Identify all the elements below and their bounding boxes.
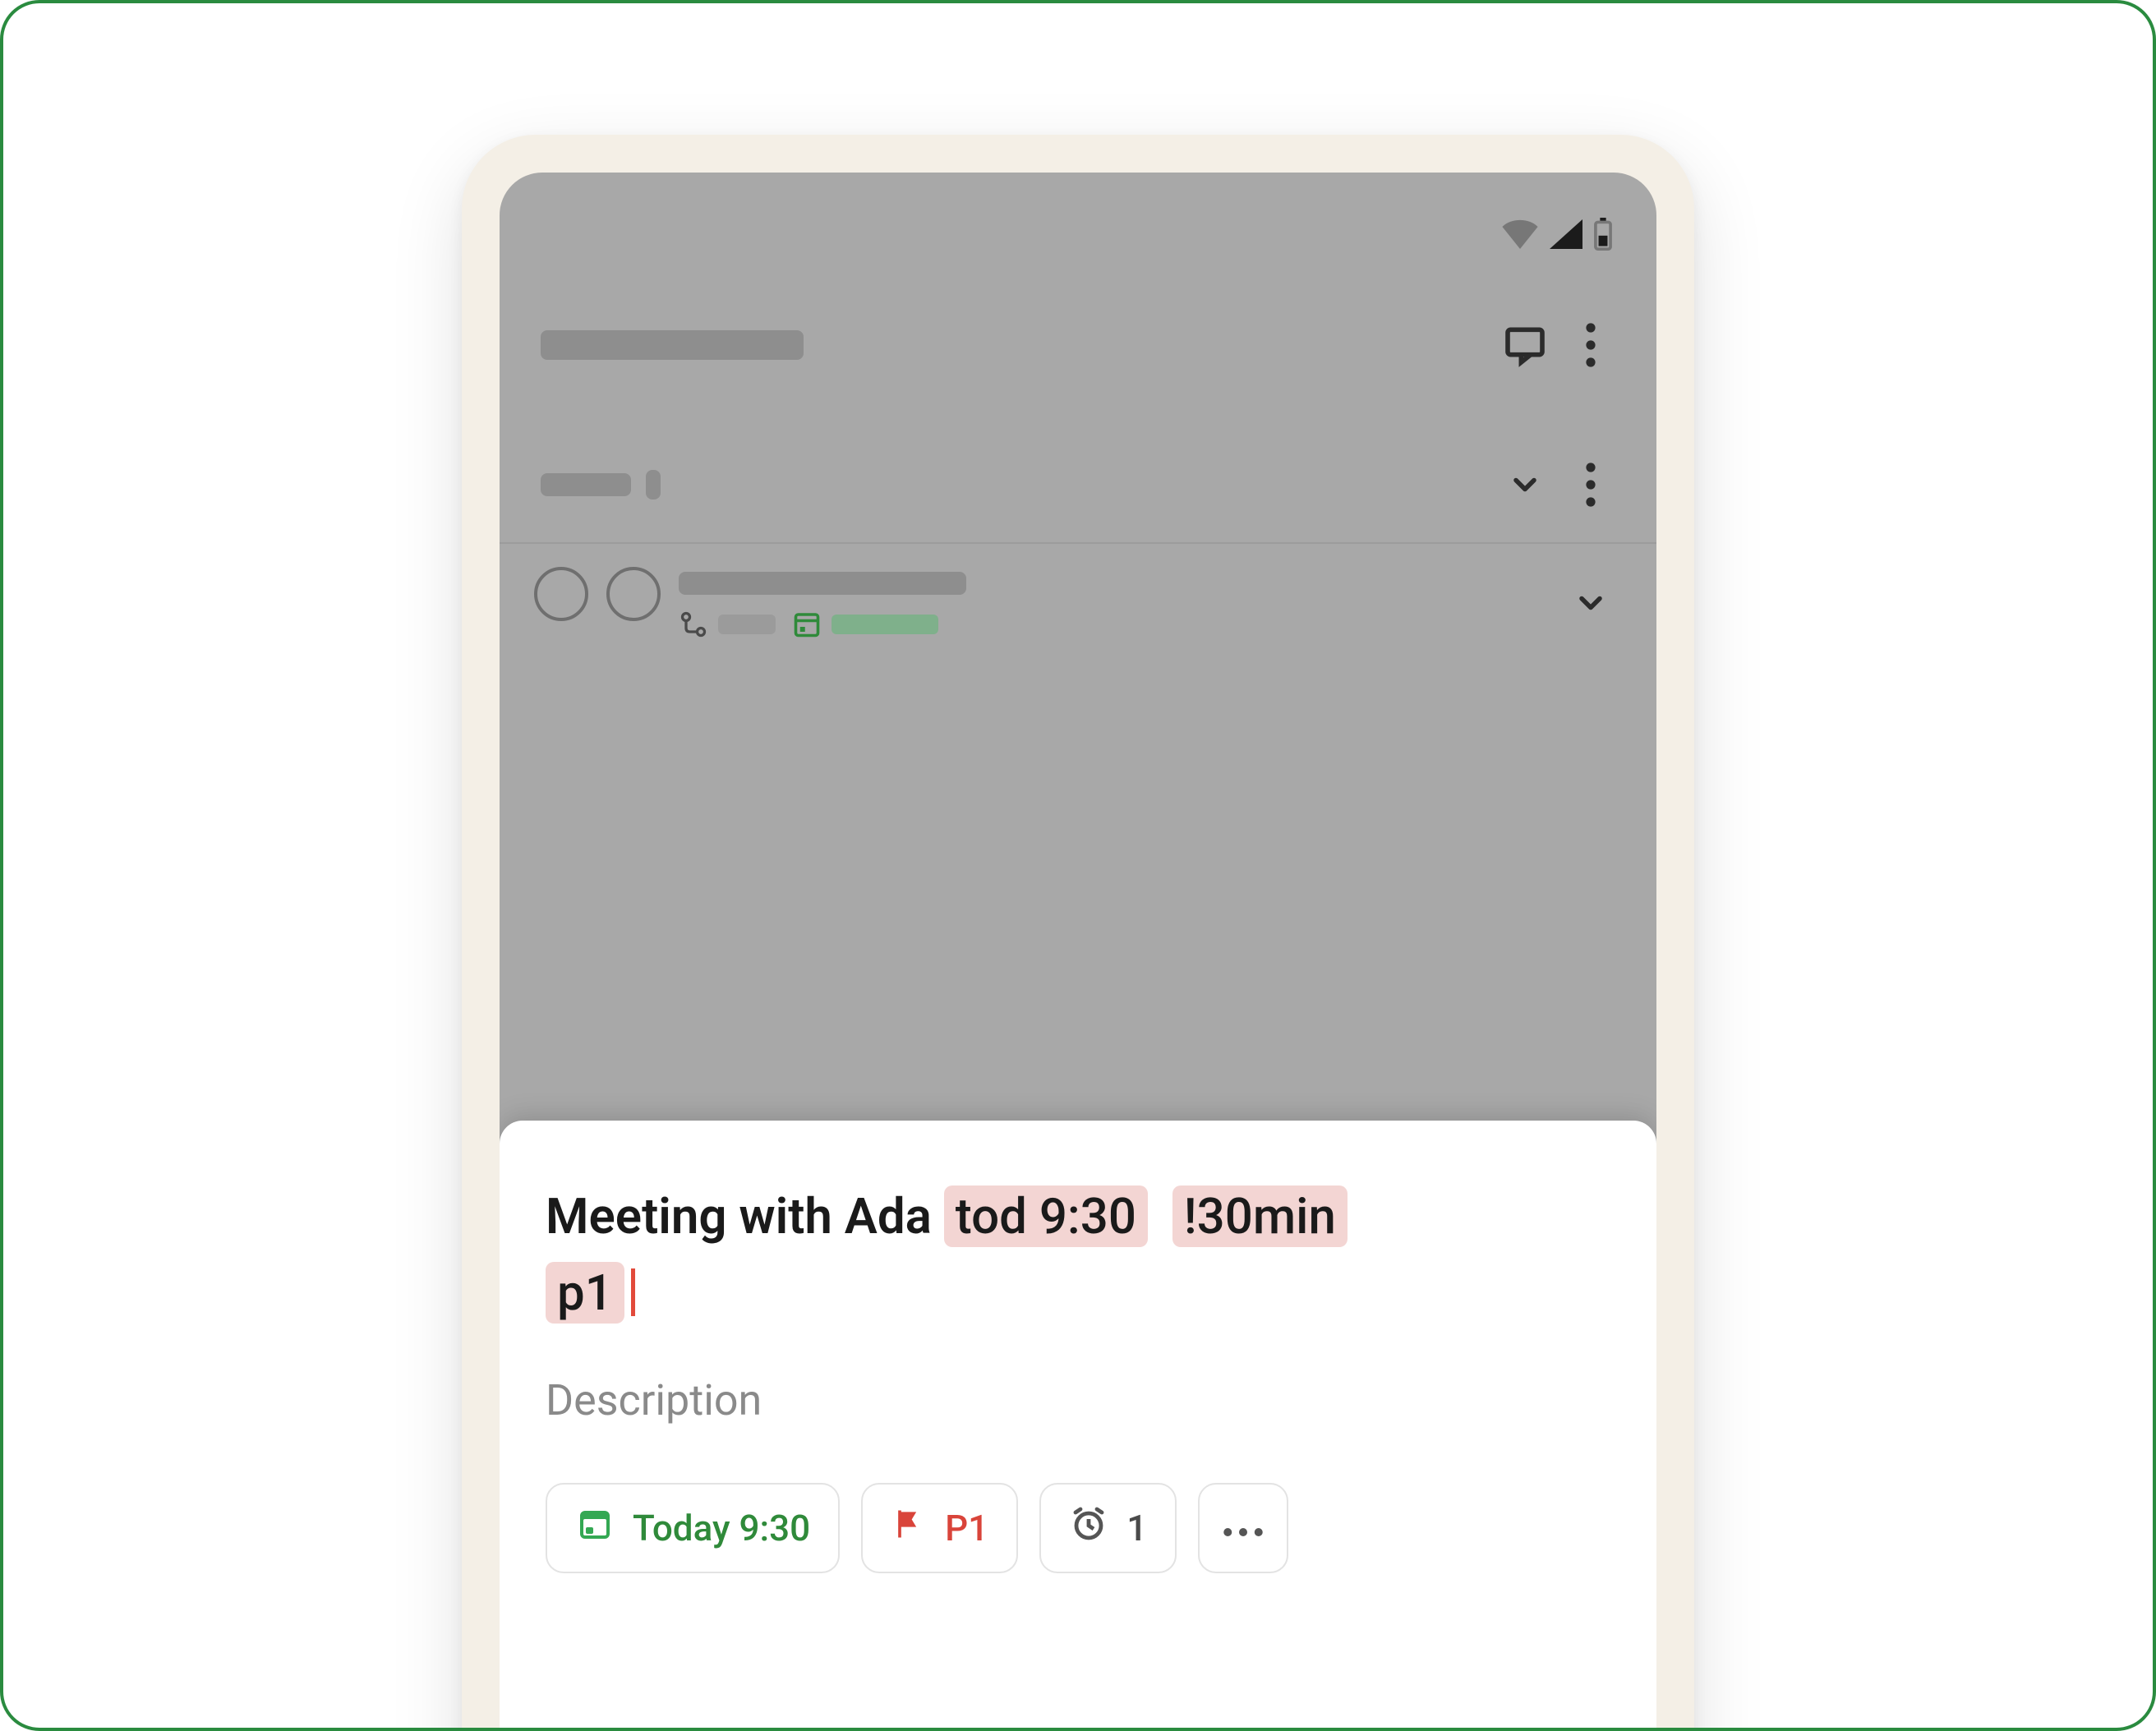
cellular-icon	[1550, 219, 1582, 249]
task-name-input[interactable]: Meeting with Ada tod 9:30 !30min p1	[546, 1178, 1610, 1331]
task-title-skeleton	[679, 572, 966, 595]
duration-highlight: !30min	[1172, 1185, 1348, 1247]
chevron-down-icon[interactable]	[1492, 452, 1558, 518]
reminder-chip[interactable]: 1	[1039, 1483, 1177, 1573]
date-highlight: tod 9:30	[944, 1185, 1148, 1247]
meta-skeleton	[718, 615, 776, 634]
flag-icon	[891, 1506, 927, 1551]
chevron-down-icon[interactable]	[1558, 570, 1624, 636]
task-row[interactable]	[500, 544, 1656, 656]
more-vertical-icon[interactable]	[1558, 312, 1624, 378]
task-body	[679, 567, 966, 639]
priority-chip-label: P1	[945, 1507, 988, 1549]
alarm-icon	[1069, 1504, 1108, 1553]
section-row	[500, 427, 1656, 542]
battery-icon	[1594, 218, 1612, 251]
task-checkbox[interactable]	[606, 567, 661, 621]
date-meta	[792, 610, 938, 639]
comments-icon[interactable]	[1492, 312, 1558, 378]
section-label-skeleton	[541, 473, 631, 496]
calendar-icon	[575, 1504, 615, 1553]
date-chip[interactable]: Today 9:30	[546, 1483, 840, 1573]
task-name-text: Meeting with Ada	[546, 1187, 944, 1245]
description-input[interactable]: Description	[546, 1375, 1610, 1425]
more-chip[interactable]	[1198, 1483, 1288, 1573]
reminder-chip-label: 1	[1126, 1507, 1147, 1549]
date-chip-label: Today 9:30	[633, 1507, 810, 1549]
subtasks-meta	[679, 610, 776, 639]
text-cursor	[631, 1268, 635, 1316]
meta-skeleton	[832, 615, 938, 634]
priority-chip[interactable]: P1	[861, 1483, 1018, 1573]
project-title-skeleton	[541, 330, 804, 360]
section-count-skeleton	[646, 470, 661, 500]
phone-frame: Meeting with Ada tod 9:30 !30min p1 Descr…	[462, 135, 1694, 1731]
divider	[500, 542, 1656, 544]
more-vertical-icon[interactable]	[1558, 452, 1624, 518]
chip-row: Today 9:30 P1 1	[546, 1483, 1610, 1573]
more-horizontal-icon	[1223, 1507, 1264, 1549]
phone-screen: Meeting with Ada tod 9:30 !30min p1 Descr…	[500, 173, 1656, 1731]
quick-add-sheet: Meeting with Ada tod 9:30 !30min p1 Descr…	[500, 1121, 1656, 1731]
task-checkbox[interactable]	[534, 567, 588, 621]
project-header	[500, 296, 1656, 427]
priority-highlight: p1	[546, 1262, 624, 1324]
wifi-icon	[1502, 219, 1538, 249]
example-card: Meeting with Ada tod 9:30 !30min p1 Descr…	[0, 0, 2156, 1731]
status-bar	[500, 173, 1656, 296]
